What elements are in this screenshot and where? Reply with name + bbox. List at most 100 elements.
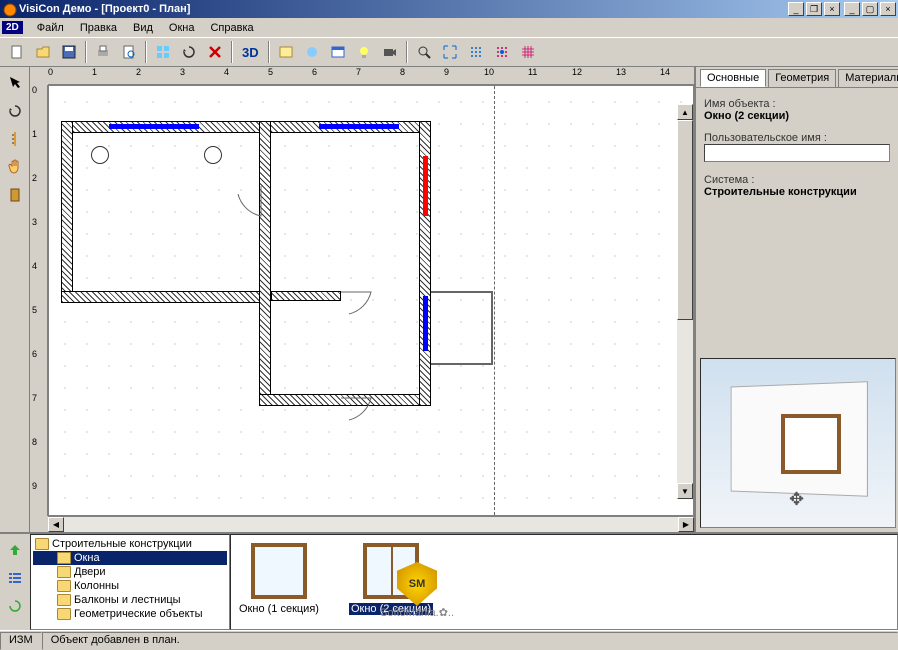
orbit-icon[interactable]: ✥: [789, 489, 804, 510]
tree-root[interactable]: Строительные конструкции: [33, 537, 227, 551]
toolbar-separator: [231, 41, 233, 63]
folder-icon: [57, 580, 71, 592]
new-button[interactable]: [5, 40, 29, 64]
window-marker[interactable]: [423, 296, 428, 351]
walls-button[interactable]: [274, 40, 298, 64]
scroll-left-button[interactable]: ◀: [48, 517, 64, 532]
system-value: Строительные конструкции: [704, 186, 890, 198]
door-tool[interactable]: [3, 183, 27, 207]
maximize-button[interactable]: ▢: [862, 2, 878, 16]
library-items[interactable]: Окно (1 секция) Окно (2 секции): [230, 534, 898, 630]
tree-item-columns[interactable]: Колонны: [33, 579, 227, 593]
rotate-button[interactable]: [177, 40, 201, 64]
window-title: VisiCon Демо - [Проект0 - План]: [19, 3, 788, 15]
wall[interactable]: [259, 121, 271, 406]
select-all-button[interactable]: [151, 40, 175, 64]
toolbar-separator: [145, 41, 147, 63]
menu-edit[interactable]: Правка: [72, 20, 125, 36]
lib-up-button[interactable]: [3, 538, 27, 562]
scrollbar-horizontal[interactable]: ◀ ▶: [48, 516, 694, 532]
print-button[interactable]: [91, 40, 115, 64]
lib-refresh-button[interactable]: [3, 594, 27, 618]
window-marker[interactable]: [109, 124, 199, 129]
pointer-tool[interactable]: [3, 71, 27, 95]
zoom-button[interactable]: [412, 40, 436, 64]
balcony-wall[interactable]: [431, 291, 493, 293]
minimize-button[interactable]: _: [844, 2, 860, 16]
balcony-wall[interactable]: [491, 291, 493, 365]
watermark: SM SoftoMania.✿..: [380, 562, 454, 619]
drawing-area: 0 1 2 3 4 5 6 7 8 9 10 11 12 13 14 0 1 2…: [30, 67, 694, 532]
rotate-tool[interactable]: [3, 99, 27, 123]
scrollbar-vertical[interactable]: ▲ ▼: [677, 104, 693, 499]
delete-button[interactable]: [203, 40, 227, 64]
tab-main[interactable]: Основные: [700, 69, 766, 87]
print-preview-button[interactable]: [117, 40, 141, 64]
menu-bar: 2D Файл Правка Вид Окна Справка: [0, 18, 898, 37]
toolbar-separator: [268, 41, 270, 63]
tree-item-windows[interactable]: Окна: [33, 551, 227, 565]
user-name-input[interactable]: [704, 144, 890, 162]
tree-item-balconies[interactable]: Балконы и лестницы: [33, 593, 227, 607]
wall[interactable]: [271, 291, 341, 301]
mdi-close-button[interactable]: ×: [824, 2, 840, 16]
grid-lines-button[interactable]: [516, 40, 540, 64]
door-arc[interactable]: [341, 392, 381, 432]
tree-item-doors[interactable]: Двери: [33, 565, 227, 579]
scroll-right-button[interactable]: ▶: [678, 517, 694, 532]
menu-windows[interactable]: Окна: [161, 20, 203, 36]
materials-button[interactable]: [300, 40, 324, 64]
scroll-up-button[interactable]: ▲: [677, 104, 693, 120]
folder-icon: [57, 566, 71, 578]
column-marker[interactable]: [204, 146, 222, 164]
user-name-label: Пользовательское имя :: [704, 132, 890, 144]
scroll-thumb[interactable]: [677, 120, 693, 320]
preview-3d[interactable]: ✥: [700, 358, 896, 528]
open-button[interactable]: [31, 40, 55, 64]
door-arc[interactable]: [233, 186, 273, 226]
tree-item-geometry[interactable]: Геометрические объекты: [33, 607, 227, 621]
menu-file[interactable]: Файл: [29, 20, 72, 36]
object-name-value: Окно (2 секции): [704, 110, 890, 122]
menu-help[interactable]: Справка: [202, 20, 261, 36]
mdi-restore-button[interactable]: ❐: [806, 2, 822, 16]
floor-plan-canvas[interactable]: ▲ ▼: [48, 85, 694, 516]
selected-window[interactable]: [423, 156, 428, 216]
zoom-fit-button[interactable]: [438, 40, 462, 64]
scroll-track[interactable]: [64, 517, 678, 532]
library-tree[interactable]: Строительные конструкции Окна Двери Коло…: [30, 534, 230, 630]
tab-materials[interactable]: Материалы: [838, 69, 898, 87]
save-button[interactable]: [57, 40, 81, 64]
mdi-minimize-button[interactable]: _: [788, 2, 804, 16]
snap-button[interactable]: [490, 40, 514, 64]
pan-tool[interactable]: [3, 155, 27, 179]
mode-2d-badge[interactable]: 2D: [2, 21, 23, 34]
door-arc[interactable]: [341, 282, 381, 322]
balcony-wall[interactable]: [431, 363, 493, 365]
column-marker[interactable]: [91, 146, 109, 164]
light-button[interactable]: [352, 40, 376, 64]
properties-body: Имя объекта : Окно (2 секции) Пользовате…: [696, 87, 898, 229]
camera-button[interactable]: [378, 40, 402, 64]
toolbar-separator: [85, 41, 87, 63]
guide-line: [494, 86, 495, 515]
menu-view[interactable]: Вид: [125, 20, 161, 36]
grid-dots-button[interactable]: [464, 40, 488, 64]
wall[interactable]: [61, 291, 271, 303]
lib-list-button[interactable]: [3, 566, 27, 590]
window-marker[interactable]: [319, 124, 399, 129]
view-3d-button[interactable]: 3D: [237, 40, 264, 64]
title-bar: VisiCon Демо - [Проект0 - План] _ ❐ × _ …: [0, 0, 898, 18]
object-name-label: Имя объекта :: [704, 98, 890, 110]
scroll-down-button[interactable]: ▼: [677, 483, 693, 499]
window-1-thumb: [251, 543, 307, 599]
library-object-window-1[interactable]: Окно (1 секция): [239, 543, 319, 615]
ruler-vertical: 0 1 2 3 4 5 6 7 8 9: [30, 85, 48, 516]
calendar-button[interactable]: [326, 40, 350, 64]
folder-icon: [57, 608, 71, 620]
status-message: Объект добавлен в план.: [42, 632, 898, 650]
close-button[interactable]: ×: [880, 2, 896, 16]
wall[interactable]: [61, 121, 73, 301]
measure-tool[interactable]: [3, 127, 27, 151]
tab-geometry[interactable]: Геометрия: [768, 69, 836, 87]
